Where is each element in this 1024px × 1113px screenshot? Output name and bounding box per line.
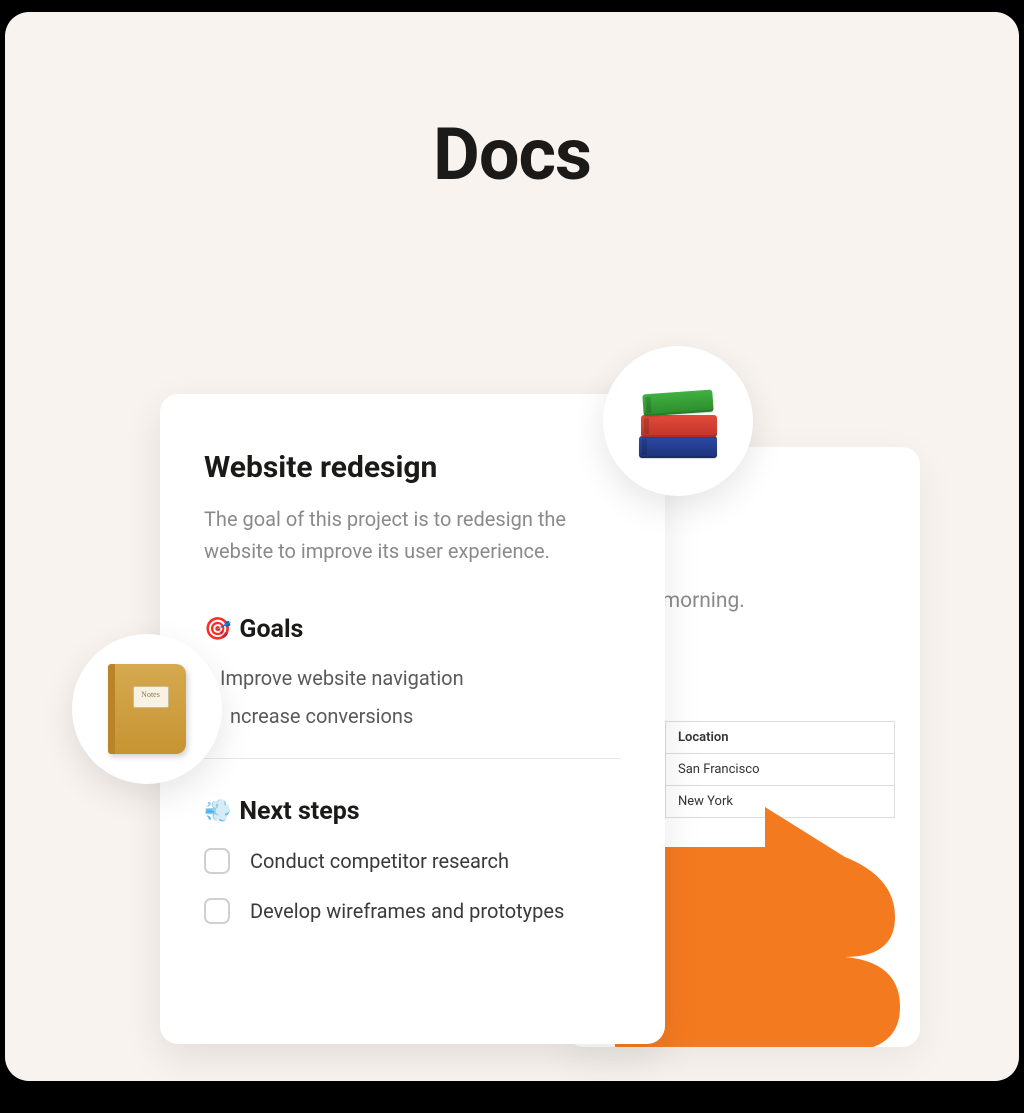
goal-item: Improve website navigation <box>220 666 621 690</box>
next-step-item: Develop wireframes and prototypes <box>204 898 621 924</box>
next-steps-heading-label: Next steps <box>239 797 359 826</box>
target-icon: 🎯 <box>204 617 231 642</box>
next-step-label: Develop wireframes and prototypes <box>250 899 564 923</box>
goals-heading: 🎯 Goals <box>204 615 621 644</box>
section-divider <box>204 758 621 759</box>
background-table: Location San Francisco New York <box>665 721 895 818</box>
books-stack-icon <box>639 382 717 460</box>
table-header-location: Location <box>665 721 895 753</box>
next-steps-heading: 💨 Next steps <box>204 797 621 826</box>
notebook-label-text: Notes <box>141 690 160 699</box>
notebook-icon: Notes <box>108 664 186 754</box>
goals-heading-label: Goals <box>239 615 303 644</box>
document-title: Website redesign <box>204 450 621 485</box>
next-steps-list: Conduct competitor research Develop wire… <box>204 848 621 924</box>
checkbox[interactable] <box>204 898 230 924</box>
books-badge <box>603 346 753 496</box>
table-row: San Francisco <box>665 753 895 785</box>
goal-item: ncrease conversions <box>230 704 621 728</box>
checkbox[interactable] <box>204 848 230 874</box>
dash-icon: 💨 <box>204 799 231 824</box>
main-document-card: Website redesign The goal of this projec… <box>160 394 665 1044</box>
next-step-label: Conduct competitor research <box>250 849 509 873</box>
notebook-badge: Notes <box>72 634 222 784</box>
document-description: The goal of this project is to redesign … <box>204 503 621 567</box>
canvas: Docs in the morning. Location San Franci… <box>5 12 1019 1081</box>
page-title: Docs <box>5 112 1019 197</box>
next-step-item: Conduct competitor research <box>204 848 621 874</box>
